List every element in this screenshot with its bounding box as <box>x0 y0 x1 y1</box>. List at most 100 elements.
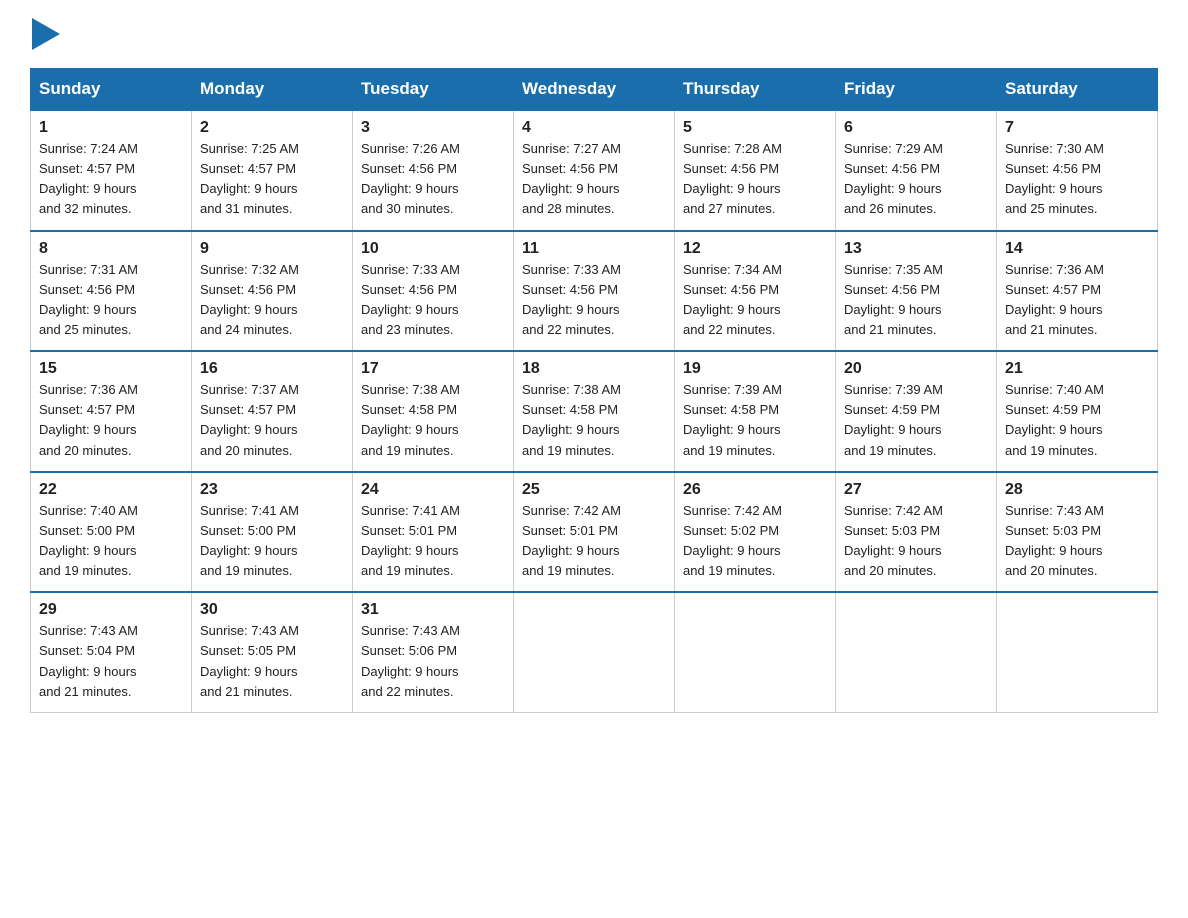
day-info: Sunrise: 7:27 AMSunset: 4:56 PMDaylight:… <box>522 139 666 220</box>
calendar-cell: 23 Sunrise: 7:41 AMSunset: 5:00 PMDayligh… <box>192 472 353 593</box>
day-info: Sunrise: 7:29 AMSunset: 4:56 PMDaylight:… <box>844 139 988 220</box>
day-number: 23 <box>200 481 344 499</box>
calendar-cell: 14 Sunrise: 7:36 AMSunset: 4:57 PMDayligh… <box>997 231 1158 352</box>
calendar-header-row: SundayMondayTuesdayWednesdayThursdayFrid… <box>31 69 1158 111</box>
day-number: 21 <box>1005 360 1149 378</box>
calendar-cell: 29 Sunrise: 7:43 AMSunset: 5:04 PMDayligh… <box>31 592 192 712</box>
day-number: 25 <box>522 481 666 499</box>
day-info: Sunrise: 7:24 AMSunset: 4:57 PMDaylight:… <box>39 139 183 220</box>
calendar-cell: 7Sunrise: 7:30 AMSunset: 4:56 PMDaylight… <box>997 110 1158 231</box>
day-info: Sunrise: 7:26 AMSunset: 4:56 PMDaylight:… <box>361 139 505 220</box>
day-info: Sunrise: 7:43 AMSunset: 5:03 PMDaylight:… <box>1005 501 1149 582</box>
day-number: 14 <box>1005 240 1149 258</box>
day-info: Sunrise: 7:43 AMSunset: 5:05 PMDaylight:… <box>200 621 344 702</box>
calendar-cell: 24 Sunrise: 7:41 AMSunset: 5:01 PMDayligh… <box>353 472 514 593</box>
calendar-cell: 30 Sunrise: 7:43 AMSunset: 5:05 PMDayligh… <box>192 592 353 712</box>
day-number: 16 <box>200 360 344 378</box>
day-number: 15 <box>39 360 183 378</box>
calendar-cell: 16Sunrise: 7:37 AMSunset: 4:57 PMDayligh… <box>192 351 353 472</box>
day-info: Sunrise: 7:32 AMSunset: 4:56 PMDaylight:… <box>200 260 344 341</box>
calendar-cell: 12Sunrise: 7:34 AMSunset: 4:56 PMDayligh… <box>675 231 836 352</box>
day-number: 6 <box>844 119 988 137</box>
calendar-week-row: 8 Sunrise: 7:31 AMSunset: 4:56 PMDaylight… <box>31 231 1158 352</box>
calendar-cell: 31Sunrise: 7:43 AMSunset: 5:06 PMDayligh… <box>353 592 514 712</box>
calendar-cell <box>836 592 997 712</box>
calendar-week-row: 29 Sunrise: 7:43 AMSunset: 5:04 PMDayligh… <box>31 592 1158 712</box>
day-number: 13 <box>844 240 988 258</box>
calendar-cell: 19 Sunrise: 7:39 AMSunset: 4:58 PMDayligh… <box>675 351 836 472</box>
day-number: 19 <box>683 360 827 378</box>
calendar-header-saturday: Saturday <box>997 69 1158 111</box>
day-info: Sunrise: 7:41 AMSunset: 5:00 PMDaylight:… <box>200 501 344 582</box>
day-info: Sunrise: 7:42 AMSunset: 5:02 PMDaylight:… <box>683 501 827 582</box>
day-number: 30 <box>200 601 344 619</box>
day-number: 24 <box>361 481 505 499</box>
day-number: 17 <box>361 360 505 378</box>
calendar-header-monday: Monday <box>192 69 353 111</box>
day-number: 28 <box>1005 481 1149 499</box>
calendar-header-thursday: Thursday <box>675 69 836 111</box>
day-number: 4 <box>522 119 666 137</box>
calendar-cell: 17 Sunrise: 7:38 AMSunset: 4:58 PMDayligh… <box>353 351 514 472</box>
calendar-week-row: 22 Sunrise: 7:40 AMSunset: 5:00 PMDayligh… <box>31 472 1158 593</box>
calendar-cell: 4 Sunrise: 7:27 AMSunset: 4:56 PMDaylight… <box>514 110 675 231</box>
calendar-cell: 27 Sunrise: 7:42 AMSunset: 5:03 PMDayligh… <box>836 472 997 593</box>
day-number: 26 <box>683 481 827 499</box>
calendar-cell: 21 Sunrise: 7:40 AMSunset: 4:59 PMDayligh… <box>997 351 1158 472</box>
day-info: Sunrise: 7:39 AMSunset: 4:59 PMDaylight:… <box>844 380 988 461</box>
day-number: 27 <box>844 481 988 499</box>
calendar-cell: 1 Sunrise: 7:24 AMSunset: 4:57 PMDaylight… <box>31 110 192 231</box>
day-number: 1 <box>39 119 183 137</box>
day-info: Sunrise: 7:33 AMSunset: 4:56 PMDaylight:… <box>361 260 505 341</box>
day-info: Sunrise: 7:28 AMSunset: 4:56 PMDaylight:… <box>683 139 827 220</box>
day-info: Sunrise: 7:40 AMSunset: 4:59 PMDaylight:… <box>1005 380 1149 461</box>
calendar-cell: 28 Sunrise: 7:43 AMSunset: 5:03 PMDayligh… <box>997 472 1158 593</box>
day-number: 5 <box>683 119 827 137</box>
day-number: 9 <box>200 240 344 258</box>
page-header <box>30 20 1158 50</box>
day-number: 31 <box>361 601 505 619</box>
logo <box>30 20 60 50</box>
calendar-cell: 25 Sunrise: 7:42 AMSunset: 5:01 PMDayligh… <box>514 472 675 593</box>
day-number: 7 <box>1005 119 1149 137</box>
calendar-cell: 18Sunrise: 7:38 AMSunset: 4:58 PMDayligh… <box>514 351 675 472</box>
calendar-header-wednesday: Wednesday <box>514 69 675 111</box>
calendar-header-tuesday: Tuesday <box>353 69 514 111</box>
day-info: Sunrise: 7:38 AMSunset: 4:58 PMDaylight:… <box>361 380 505 461</box>
day-info: Sunrise: 7:36 AMSunset: 4:57 PMDaylight:… <box>39 380 183 461</box>
day-info: Sunrise: 7:42 AMSunset: 5:01 PMDaylight:… <box>522 501 666 582</box>
calendar-cell <box>997 592 1158 712</box>
calendar-cell: 6 Sunrise: 7:29 AMSunset: 4:56 PMDaylight… <box>836 110 997 231</box>
day-info: Sunrise: 7:31 AMSunset: 4:56 PMDaylight:… <box>39 260 183 341</box>
day-info: Sunrise: 7:41 AMSunset: 5:01 PMDaylight:… <box>361 501 505 582</box>
calendar-table: SundayMondayTuesdayWednesdayThursdayFrid… <box>30 68 1158 713</box>
calendar-cell: 11 Sunrise: 7:33 AMSunset: 4:56 PMDayligh… <box>514 231 675 352</box>
calendar-header-sunday: Sunday <box>31 69 192 111</box>
calendar-cell: 2Sunrise: 7:25 AMSunset: 4:57 PMDaylight… <box>192 110 353 231</box>
calendar-cell: 20 Sunrise: 7:39 AMSunset: 4:59 PMDayligh… <box>836 351 997 472</box>
calendar-cell: 5 Sunrise: 7:28 AMSunset: 4:56 PMDaylight… <box>675 110 836 231</box>
day-info: Sunrise: 7:25 AMSunset: 4:57 PMDaylight:… <box>200 139 344 220</box>
day-info: Sunrise: 7:36 AMSunset: 4:57 PMDaylight:… <box>1005 260 1149 341</box>
calendar-week-row: 15 Sunrise: 7:36 AMSunset: 4:57 PMDayligh… <box>31 351 1158 472</box>
day-number: 20 <box>844 360 988 378</box>
calendar-week-row: 1 Sunrise: 7:24 AMSunset: 4:57 PMDaylight… <box>31 110 1158 231</box>
calendar-cell: 15 Sunrise: 7:36 AMSunset: 4:57 PMDayligh… <box>31 351 192 472</box>
day-number: 22 <box>39 481 183 499</box>
logo-arrow-icon <box>32 18 60 50</box>
calendar-cell: 13Sunrise: 7:35 AMSunset: 4:56 PMDayligh… <box>836 231 997 352</box>
day-number: 18 <box>522 360 666 378</box>
calendar-cell: 3Sunrise: 7:26 AMSunset: 4:56 PMDaylight… <box>353 110 514 231</box>
day-number: 8 <box>39 240 183 258</box>
calendar-cell: 8 Sunrise: 7:31 AMSunset: 4:56 PMDaylight… <box>31 231 192 352</box>
day-number: 29 <box>39 601 183 619</box>
day-info: Sunrise: 7:39 AMSunset: 4:58 PMDaylight:… <box>683 380 827 461</box>
calendar-cell: 10 Sunrise: 7:33 AMSunset: 4:56 PMDayligh… <box>353 231 514 352</box>
day-info: Sunrise: 7:42 AMSunset: 5:03 PMDaylight:… <box>844 501 988 582</box>
day-info: Sunrise: 7:40 AMSunset: 5:00 PMDaylight:… <box>39 501 183 582</box>
day-info: Sunrise: 7:43 AMSunset: 5:04 PMDaylight:… <box>39 621 183 702</box>
day-number: 11 <box>522 240 666 258</box>
calendar-cell <box>675 592 836 712</box>
day-number: 10 <box>361 240 505 258</box>
day-info: Sunrise: 7:33 AMSunset: 4:56 PMDaylight:… <box>522 260 666 341</box>
